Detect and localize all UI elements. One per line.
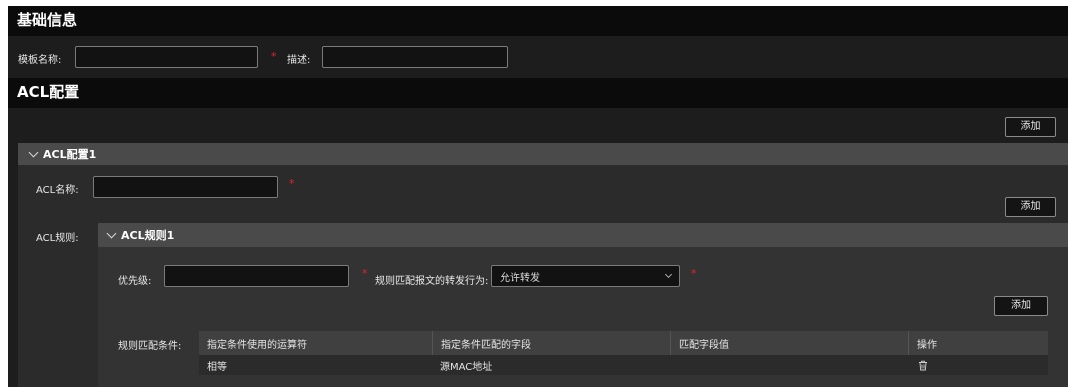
table-header: 指定条件使用的运算符 指定条件匹配的字段 匹配字段值 操作 (199, 331, 1048, 355)
template-name-label: 模板名称: (18, 55, 62, 66)
table-row: 相等 源MAC地址 (199, 355, 1048, 375)
acl-rules-label: ACL规则: (36, 233, 79, 244)
basic-info-title: 基础信息 (8, 6, 1068, 36)
basic-info-title-text: 基础信息 (17, 11, 78, 29)
acl-name-required-mark: * (289, 177, 295, 190)
acl-rule-add-button[interactable]: 添加 (1005, 197, 1056, 217)
forward-action-label: 规则匹配报文的转发行为: (375, 276, 489, 287)
chevron-down-icon (664, 270, 673, 279)
column-header-field: 指定条件匹配的字段 (432, 331, 670, 355)
acl-name-label: ACL名称: (36, 185, 79, 196)
column-header-operator: 指定条件使用的运算符 (207, 339, 307, 351)
trash-icon[interactable] (918, 360, 928, 371)
forward-action-select[interactable]: 允许转发 (491, 265, 680, 287)
template-name-required-mark: * (271, 50, 277, 63)
description-input[interactable] (322, 46, 508, 68)
priority-required-mark: * (362, 267, 368, 280)
acl-config-1-header[interactable]: ACL配置1 (18, 143, 1068, 165)
acl-add-button[interactable]: 添加 (1005, 117, 1056, 137)
acl-name-input[interactable] (93, 176, 278, 198)
acl-config-title-text: ACL配置 (17, 83, 80, 101)
condition-add-button[interactable]: 添加 (994, 296, 1048, 316)
cell-operator: 相等 (207, 361, 227, 373)
cell-action (908, 355, 1048, 375)
conditions-label: 规则匹配条件: (118, 341, 182, 352)
description-label: 描述: (287, 55, 311, 66)
chevron-down-icon (28, 147, 39, 158)
acl-rule-1-header[interactable]: ACL规则1 (98, 223, 1068, 247)
acl-config-1-header-text: ACL配置1 (43, 148, 97, 161)
column-header-value: 匹配字段值 (670, 331, 908, 355)
column-header-action: 操作 (908, 331, 1048, 355)
cell-value (670, 355, 908, 375)
priority-input[interactable] (164, 265, 349, 287)
acl-rule-1-header-text: ACL规则1 (121, 229, 175, 242)
acl-config-title: ACL配置 (8, 78, 1068, 108)
template-name-input[interactable] (75, 46, 258, 68)
chevron-down-icon (106, 228, 117, 239)
forward-action-value: 允许转发 (500, 272, 540, 284)
forward-action-required-mark: * (691, 267, 697, 280)
conditions-table: 指定条件使用的运算符 指定条件匹配的字段 匹配字段值 操作 相等 源MAC地址 (199, 331, 1048, 381)
cell-field: 源MAC地址 (440, 361, 493, 373)
priority-label: 优先级: (118, 276, 152, 287)
